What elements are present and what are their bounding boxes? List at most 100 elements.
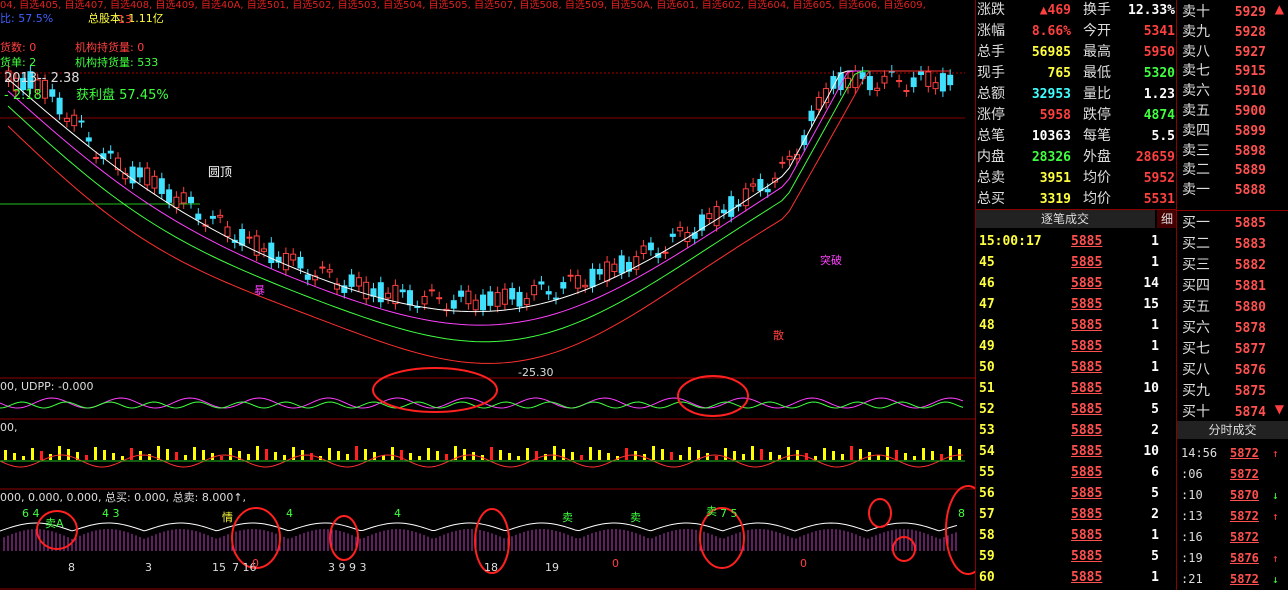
marker-num-8: 8 (958, 507, 965, 520)
ind2-bar (850, 446, 853, 460)
quote-value-2: 5952 (1143, 171, 1175, 186)
quote-row: 涨跌 ▲469 换手 12.33% (975, 0, 1177, 21)
candle-body (618, 255, 625, 274)
ind2-bar (220, 456, 223, 460)
minute-row: 14:56 5872 ↑ (1177, 443, 1288, 464)
candle-body (268, 242, 275, 264)
candle-body (144, 167, 151, 186)
tick-time: 52 (979, 402, 995, 417)
round-top-label: 圆顶 (208, 165, 233, 179)
quote-row: 总买 3319 均价 5531 (975, 189, 1177, 210)
candle-body (436, 297, 443, 300)
minute-arrow: ↑ (1272, 510, 1279, 523)
ind2-bar (418, 456, 421, 460)
tick-row: 15:00:17 5885 1 (975, 231, 1177, 252)
candle-body (209, 215, 216, 219)
quote-label: 涨停 (977, 107, 1005, 123)
ind2-bar (886, 447, 889, 460)
minute-price: 5870 (1230, 488, 1259, 502)
ask-row: 卖十 5929 (1177, 2, 1288, 23)
ind2-bar (607, 453, 610, 460)
bid-row: 买五 5880 (1177, 297, 1288, 318)
quote-value-2: 1.23 (1143, 87, 1175, 102)
minute-time: :16 (1181, 530, 1203, 544)
ind2-bar (652, 446, 655, 460)
ind2-bar (517, 456, 520, 460)
tick-row: 50 5885 1 (975, 357, 1177, 378)
ind2-bar (355, 446, 358, 460)
minute-time: :21 (1181, 572, 1203, 586)
quote-value: ▲469 (1039, 3, 1071, 18)
candle-body (421, 296, 428, 305)
candle-body (706, 213, 713, 220)
candle-body (85, 137, 92, 142)
bid-row: 买七 5877 (1177, 339, 1288, 360)
book-price: 5900 (1234, 104, 1266, 119)
candle-body (582, 284, 589, 288)
candle-body (925, 71, 932, 87)
quote-label: 涨跌 (977, 2, 1005, 18)
divider-quote (975, 209, 1177, 210)
ind2-bar (328, 448, 331, 460)
minute-time: :19 (1181, 551, 1203, 565)
ma-line (7, 70, 950, 326)
tick-row: 52 5885 5 (975, 399, 1177, 420)
minute-time: :06 (1181, 467, 1203, 481)
quote-label-2: 量比 (1083, 86, 1111, 102)
ind2-bar (544, 454, 547, 460)
book-level: 卖五 (1182, 103, 1210, 119)
minute-arrow: ↑ (1272, 552, 1279, 565)
candle-body (859, 72, 866, 79)
tick-volume: 1 (1151, 255, 1159, 270)
ind2-bar (787, 447, 790, 460)
ind2-bar (553, 446, 556, 460)
tick-price: 5885 (1071, 234, 1103, 249)
quote-value: 56985 (1031, 45, 1071, 60)
candle-body (662, 251, 669, 254)
minute-row: :10 5870 ↓ (1177, 485, 1288, 506)
book-level: 买二 (1182, 236, 1210, 252)
candle-body (516, 291, 523, 307)
tick-time: 51 (979, 381, 995, 396)
ind2-bar (121, 456, 124, 460)
quote-row: 总卖 3951 均价 5952 (975, 168, 1177, 189)
tick-volume: 2 (1151, 423, 1159, 438)
ind2-bar (148, 454, 151, 460)
indicator3-header: 000, 0.000, 0.000, 总买: 0.000, 总卖: 8.000↑… (0, 491, 247, 504)
tick-detail-button[interactable]: 细 (1157, 210, 1177, 228)
ind2-bar (427, 448, 430, 460)
tick-price: 5885 (1071, 570, 1103, 585)
quote-value-2: 5341 (1143, 24, 1175, 39)
book-level: 卖三 (1182, 142, 1210, 159)
candle-body (56, 97, 63, 115)
bid-row: 买四 5881 (1177, 276, 1288, 297)
ind2-bar (103, 450, 106, 460)
tick-price: 5885 (1071, 360, 1103, 375)
candle-body (611, 263, 618, 273)
minute-time: 14:56 (1181, 446, 1218, 460)
tick-price: 5885 (1071, 297, 1103, 312)
bid-row: 买九 5875 (1177, 381, 1288, 402)
ma-line (7, 70, 950, 343)
minute-time: :10 (1181, 488, 1203, 502)
kline-chart-area[interactable]: 比: 57.5% 总股本: 1.11亿 货数: 0 机构持货量: 0 货单: 2… (0, 11, 975, 590)
quote-label: 现手 (977, 65, 1005, 81)
tick-header[interactable]: 逐笔成交 (975, 210, 1155, 228)
candle-body (903, 89, 910, 92)
ind2-bar (310, 453, 313, 460)
ask-arrow: ▲ (1274, 2, 1284, 16)
tick-row: 58 5885 1 (975, 525, 1177, 546)
minute-arrow: ↓ (1272, 489, 1279, 502)
tick-time: 57 (979, 507, 995, 522)
profit-ratio-label: 获利盘 57.45% (76, 88, 169, 103)
candle-body (93, 156, 100, 159)
minute-header[interactable]: 分时成交 (1177, 421, 1288, 439)
candle-body (881, 75, 888, 84)
watchlist-tab-bar[interactable]: 04, 自选405, 自选407, 自选408, 自选409, 自选40A, 自… (0, 0, 975, 11)
book-price: 5877 (1234, 342, 1266, 357)
candle-body (428, 289, 435, 292)
book-price: 5899 (1234, 123, 1266, 139)
ask-row: 卖五 5900 (1177, 101, 1288, 122)
candle-body (458, 290, 465, 297)
highlight-circle (677, 375, 749, 417)
